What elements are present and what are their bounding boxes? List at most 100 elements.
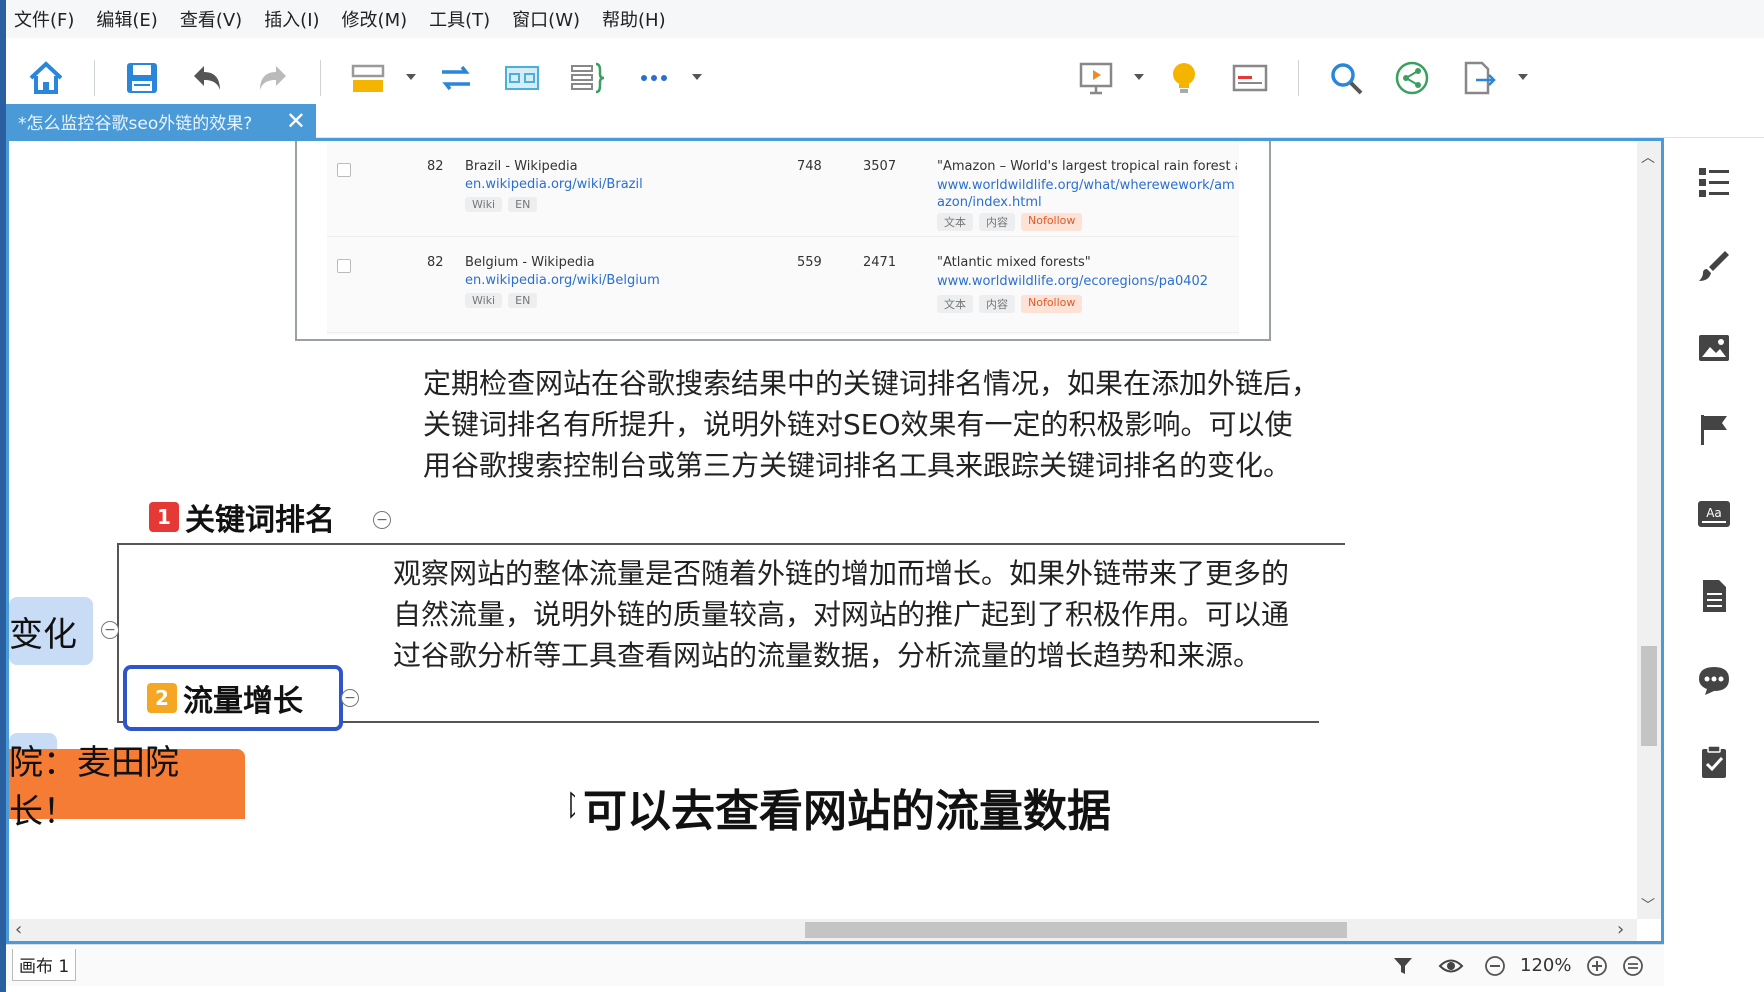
topic-label: 院：麦田院长！	[9, 743, 179, 832]
scroll-right-icon[interactable]: ›	[1617, 919, 1624, 940]
tab-document[interactable]: *怎么监控谷歌seo外链的效果? ✕	[6, 104, 316, 138]
redo-icon[interactable]	[246, 52, 298, 104]
filter-icon[interactable]	[1390, 953, 1416, 979]
vertical-scrollbar[interactable]: ︿ ﹀	[1637, 141, 1661, 919]
tag: 文本	[937, 295, 973, 313]
scroll-down-icon[interactable]: ﹀	[1641, 895, 1655, 915]
horizontal-scrollbar[interactable]: ‹ ›	[9, 919, 1637, 941]
table-row: 82 Belgium - Wikipedia en.wikipedia.org/…	[327, 237, 1239, 333]
image-icon[interactable]	[1692, 326, 1736, 370]
menu-tools[interactable]: 工具(T)	[429, 6, 490, 32]
collapse-icon[interactable]: −	[373, 511, 391, 529]
tag: 内容	[979, 213, 1015, 231]
zoom-out-icon[interactable]	[1482, 953, 1508, 979]
summary-icon[interactable]	[562, 52, 614, 104]
menu-window[interactable]: 窗口(W)	[512, 6, 580, 32]
relationship-icon[interactable]	[430, 52, 482, 104]
app-window: 文件(F) 编辑(E) 查看(V) 插入(I) 修改(M) 工具(T) 窗口(W…	[6, 0, 1764, 992]
undo-icon[interactable]	[182, 52, 234, 104]
fit-view-icon[interactable]	[1620, 953, 1646, 979]
close-icon[interactable]: ✕	[286, 107, 306, 135]
row-anchor-tags: 文本 内容 Nofollow	[937, 295, 1083, 313]
presentation-icon[interactable]	[1070, 52, 1122, 104]
zoom-in-icon[interactable]	[1584, 953, 1610, 979]
row-tags: Wiki EN	[465, 197, 538, 212]
menu-view[interactable]: 查看(V)	[180, 6, 242, 32]
tab-document-title: *怎么监控谷歌seo外链的效果?	[18, 113, 253, 134]
share-icon[interactable]	[1386, 52, 1438, 104]
menu-help[interactable]: 帮助(H)	[602, 6, 666, 32]
row-title: Belgium - Wikipedia	[465, 255, 595, 270]
row-url: en.wikipedia.org/wiki/Belgium	[465, 273, 660, 288]
tag: EN	[508, 293, 538, 308]
collapse-icon[interactable]: −	[101, 621, 119, 639]
topic-label: 关键词排名	[185, 503, 335, 538]
note-traffic-growth[interactable]: 观察网站的整体流量是否随着外链的增加而增长。如果外链带来了更多的自然流量，说明外…	[393, 553, 1293, 676]
row-url: en.wikipedia.org/wiki/Brazil	[465, 177, 643, 192]
embedded-screenshot[interactable]: 82 Brazil - Wikipedia en.wikipedia.org/w…	[295, 141, 1271, 341]
more-icon[interactable]	[628, 52, 680, 104]
scroll-up-icon[interactable]: ︿	[1641, 147, 1655, 167]
notes-icon[interactable]	[1692, 574, 1736, 618]
topic-label: 变化	[9, 614, 77, 655]
task-icon[interactable]	[1692, 740, 1736, 784]
chevron-down-icon[interactable]	[1132, 70, 1146, 84]
note-keyword-ranking[interactable]: 定期检查网站在谷歌搜索结果中的关键词排名情况，如果在添加外链后，关键词排名有所提…	[423, 363, 1319, 486]
parent-topic-change[interactable]: 变化	[9, 597, 93, 665]
backlink-table: 82 Brazil - Wikipedia en.wikipedia.org/w…	[327, 141, 1239, 335]
topic-traffic-growth[interactable]: 2 流量增长	[123, 665, 343, 731]
row-value-a: 748	[797, 159, 822, 174]
scroll-left-icon[interactable]: ‹	[15, 919, 22, 940]
home-icon[interactable]	[20, 52, 72, 104]
export-icon[interactable]	[1452, 52, 1504, 104]
row-value-b: 3507	[863, 159, 897, 174]
paintbrush-icon[interactable]	[1692, 244, 1736, 288]
topic-style-icon[interactable]	[342, 52, 394, 104]
branch-line	[117, 543, 1345, 545]
row-score: 82	[427, 159, 444, 174]
comment-icon[interactable]	[1692, 658, 1736, 702]
priority-1-icon: 1	[149, 502, 179, 532]
menu-file[interactable]: 文件(F)	[14, 6, 74, 32]
video-subtitle: 可以去查看网站的流量数据	[575, 779, 1119, 837]
row-value-b: 2471	[863, 255, 897, 270]
table-row: 82 Brazil - Wikipedia en.wikipedia.org/w…	[327, 141, 1239, 237]
row-checkbox	[337, 259, 351, 273]
sheet-tab[interactable]: 画布 1	[12, 949, 77, 981]
tag-nofollow: Nofollow	[1021, 213, 1083, 231]
text-style-icon[interactable]: Aa	[1692, 492, 1736, 536]
row-anchor-url: www.worldwildlife.org/ecoregions/pa0402	[937, 274, 1209, 289]
outline-view-icon[interactable]	[1224, 52, 1276, 104]
status-bar: 画布 1 120%	[6, 944, 1664, 986]
row-anchor-tags: 文本 内容 Nofollow	[937, 213, 1083, 231]
chevron-down-icon[interactable]	[1516, 70, 1530, 84]
boundary-icon[interactable]	[496, 52, 548, 104]
topic-author[interactable]: 院：麦田院长！	[9, 743, 245, 832]
menu-insert[interactable]: 插入(I)	[264, 6, 319, 32]
row-anchor: "Amazon – World's largest tropical rain …	[937, 159, 1237, 174]
right-panel: Aa	[1664, 138, 1764, 992]
eye-icon[interactable]	[1438, 953, 1464, 979]
chevron-down-icon[interactable]	[404, 70, 418, 84]
menu-modify[interactable]: 修改(M)	[342, 6, 408, 32]
menu-bar: 文件(F) 编辑(E) 查看(V) 插入(I) 修改(M) 工具(T) 窗口(W…	[6, 0, 1764, 38]
collapse-icon[interactable]: −	[341, 689, 359, 707]
row-checkbox	[337, 163, 351, 177]
tag: Wiki	[465, 293, 503, 308]
scroll-thumb[interactable]	[805, 922, 1347, 938]
format-panel-icon[interactable]	[1692, 160, 1736, 204]
priority-2-icon: 2	[147, 683, 177, 713]
lightbulb-icon[interactable]	[1158, 52, 1210, 104]
mindmap-canvas[interactable]: 82 Brazil - Wikipedia en.wikipedia.org/w…	[9, 141, 1637, 919]
topic-label: 流量增长	[183, 684, 303, 719]
scroll-thumb[interactable]	[1641, 646, 1657, 746]
topic-keyword-ranking[interactable]: 1 关键词排名	[149, 495, 335, 539]
svg-text:Aa: Aa	[1706, 506, 1722, 520]
flag-icon[interactable]	[1692, 408, 1736, 452]
search-icon[interactable]	[1320, 52, 1372, 104]
menu-edit[interactable]: 编辑(E)	[96, 6, 157, 32]
tab-bar: *怎么监控谷歌seo外链的效果? ✕	[6, 104, 1764, 138]
chevron-down-icon[interactable]	[690, 70, 704, 84]
save-icon[interactable]	[116, 52, 168, 104]
row-anchor-url: www.worldwildlife.org/what/wherewework/a…	[937, 178, 1235, 210]
